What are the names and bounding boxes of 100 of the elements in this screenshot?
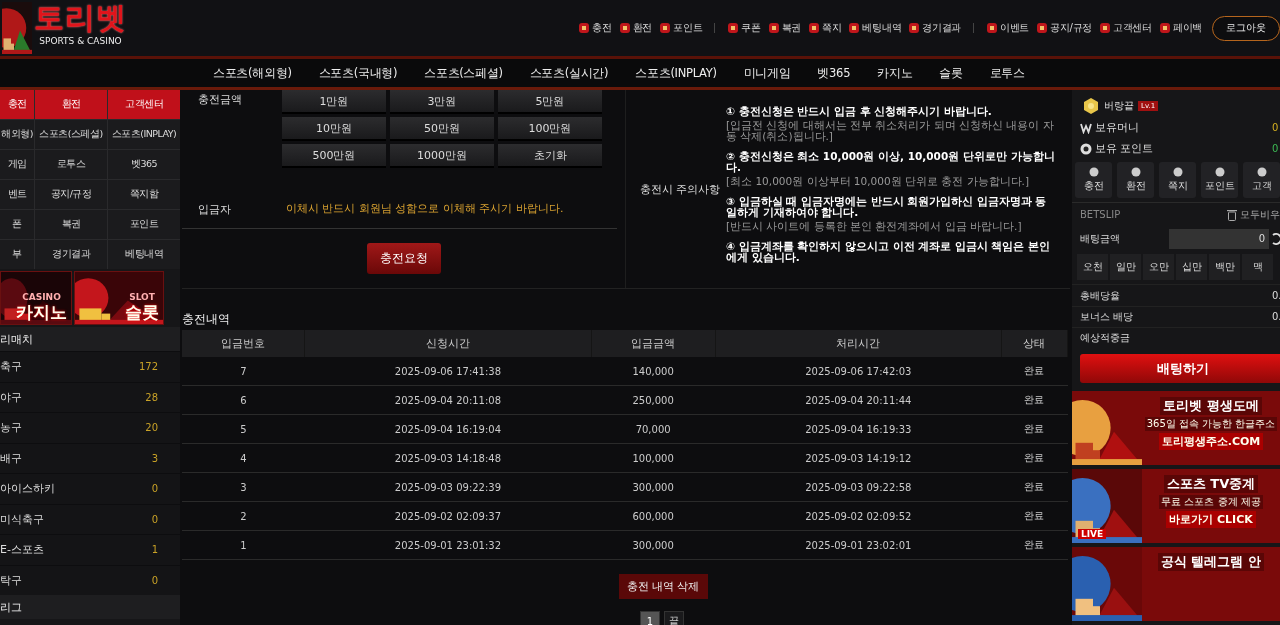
quick-button[interactable]: 고객 <box>1243 161 1280 198</box>
logout-button[interactable]: 로그아웃 <box>1212 15 1280 41</box>
amount-chip[interactable]: 일만 <box>1110 254 1141 281</box>
menu-item[interactable]: 공지/규정 <box>35 180 107 209</box>
amount-chip[interactable]: 십만 <box>1176 254 1207 281</box>
badge-icon <box>618 22 631 34</box>
notice-title: ② 충전신청은 최소 10,000원 이상, 10,000원 단위로만 가능합니다. <box>726 150 1056 173</box>
menu-item[interactable]: 쪽지함 <box>108 180 180 209</box>
delete-history-button[interactable]: 충전 내역 삭제 <box>618 574 708 599</box>
top-link[interactable]: 공지/규정 <box>1036 21 1093 35</box>
clear-all-link[interactable]: 모두비우 <box>1227 207 1280 222</box>
nav-item[interactable]: 로투스 <box>989 65 1025 81</box>
won-icon <box>1080 121 1092 134</box>
menu-item[interactable]: 해외형) <box>0 120 34 149</box>
point-icon <box>1080 142 1092 155</box>
table-cell: 2025-09-04 16:19:33 <box>715 414 1002 444</box>
amount-button[interactable]: 100만원 <box>498 117 602 141</box>
nav-item[interactable]: 스포츠(실시간) <box>529 65 609 81</box>
menu-item[interactable]: 게임 <box>0 150 34 179</box>
menu-item[interactable]: 포인트 <box>108 210 180 239</box>
banner-title[interactable]: 카지노 <box>16 302 67 322</box>
nav-item[interactable]: 미니게임 <box>743 65 791 81</box>
top-link[interactable]: 경기결과 <box>908 21 962 35</box>
summary-label: 예상적중금 <box>1080 331 1130 346</box>
bet-button[interactable]: 배팅하기 <box>1080 354 1280 383</box>
amount-button[interactable]: 1000만원 <box>390 144 494 168</box>
nav-item[interactable]: 카지노 <box>877 65 913 81</box>
quick-button[interactable]: 충전 <box>1075 161 1112 198</box>
table-cell: 완료 <box>1001 443 1068 473</box>
top-link[interactable]: 이벤트 <box>986 21 1030 35</box>
menu-item[interactable]: 스포츠(스페셜) <box>35 120 107 149</box>
top-link[interactable]: 포인트 <box>659 21 703 35</box>
trash-icon <box>1227 208 1237 221</box>
user-name: 버랑끝 <box>1104 98 1134 113</box>
amount-button[interactable]: 10만원 <box>282 117 386 141</box>
table-cell: 300,000 <box>591 530 716 560</box>
nav-item[interactable]: 스포츠(INPLAY) <box>635 65 717 81</box>
banner-title[interactable]: 토리벳 평생도메 <box>1160 396 1262 415</box>
bet-amount-field[interactable]: 0 <box>1169 228 1269 249</box>
sport-name[interactable]: 미식축구 <box>0 511 44 527</box>
nav-item[interactable]: 스포츠(국내형) <box>318 65 398 81</box>
sport-name[interactable]: 아이스하키 <box>0 481 55 497</box>
amount-chip[interactable]: 오천 <box>1077 254 1108 281</box>
top-link[interactable]: 페이백 <box>1158 21 1202 35</box>
top-link[interactable]: 베팅내역 <box>848 21 902 35</box>
banner-title[interactable]: 스포츠 TV중계 <box>1163 474 1259 493</box>
banner-text: 토리평생주소.COM <box>1158 432 1264 450</box>
sport-name[interactable]: 탁구 <box>0 572 22 588</box>
banner-title[interactable]: 공식 텔레그램 안 <box>1157 552 1265 571</box>
menu-item[interactable]: 로투스 <box>35 150 107 179</box>
match-count: 20 <box>145 422 158 434</box>
sport-name[interactable]: 야구 <box>0 389 22 405</box>
circle-icon <box>1214 166 1225 177</box>
quick-button[interactable]: 환전 <box>1117 161 1154 198</box>
menu-item[interactable]: 베팅내역 <box>108 240 180 269</box>
menu-item[interactable]: 충전 <box>0 90 34 119</box>
table-cell: 2025-09-03 14:19:12 <box>715 443 1002 473</box>
menu-item[interactable]: 벳365 <box>108 150 180 179</box>
sport-name[interactable]: E-스포츠 <box>0 542 44 558</box>
quick-button[interactable]: 쪽지 <box>1159 161 1196 198</box>
amount-button[interactable]: 1만원 <box>282 90 386 114</box>
sport-name[interactable]: 축구 <box>0 359 22 375</box>
charge-request-button[interactable]: 충전요청 <box>366 243 441 274</box>
menu-item[interactable]: 환전 <box>35 90 107 119</box>
banner-title[interactable]: 슬롯 <box>125 302 159 322</box>
badge-icon <box>578 22 591 34</box>
amount-chip[interactable]: 맥 <box>1242 254 1273 281</box>
menu-item[interactable]: 벤트 <box>0 180 34 209</box>
nav-item[interactable]: 스포츠(해외형) <box>213 65 292 81</box>
nav-item[interactable]: 슬롯 <box>939 65 963 81</box>
menu-item[interactable]: 폰 <box>0 210 34 239</box>
page-button[interactable]: 끝 <box>664 611 684 625</box>
page-button[interactable]: 1 <box>640 611 660 625</box>
menu-item[interactable]: 부 <box>0 240 34 269</box>
top-link[interactable]: 쪽지 <box>808 21 842 35</box>
badge-icon <box>1158 22 1171 34</box>
top-link[interactable]: 고객센터 <box>1099 21 1152 35</box>
table-cell: 완료 <box>1001 501 1068 531</box>
quick-button[interactable]: 포인트 <box>1201 161 1238 198</box>
nav-item[interactable]: 벳365 <box>817 65 851 81</box>
amount-button[interactable]: 500만원 <box>282 144 386 168</box>
amount-chip[interactable]: 백만 <box>1209 254 1240 281</box>
amount-button[interactable]: 3만원 <box>390 90 494 114</box>
sport-name[interactable]: 농구 <box>0 420 22 436</box>
top-link[interactable]: 쿠폰 <box>727 21 761 35</box>
menu-item[interactable]: 고객센터 <box>108 90 180 119</box>
badge-icon <box>986 22 999 34</box>
top-link[interactable]: 복권 <box>767 21 802 35</box>
nav-item[interactable]: 스포츠(스페셜) <box>424 65 503 81</box>
amount-button[interactable]: 50만원 <box>390 117 494 141</box>
menu-item[interactable]: 경기결과 <box>35 240 107 269</box>
top-link[interactable]: 환전 <box>618 21 653 35</box>
amount-chip[interactable]: 오만 <box>1143 254 1174 281</box>
menu-item[interactable]: 복권 <box>35 210 107 239</box>
top-link[interactable]: 충전 <box>578 21 612 35</box>
table-cell: 140,000 <box>591 357 716 386</box>
amount-button[interactable]: 초기화 <box>498 144 602 168</box>
amount-button[interactable]: 5만원 <box>498 90 602 114</box>
sport-name[interactable]: 배구 <box>0 450 22 466</box>
menu-item[interactable]: 스포츠(INPLAY) <box>108 120 180 149</box>
